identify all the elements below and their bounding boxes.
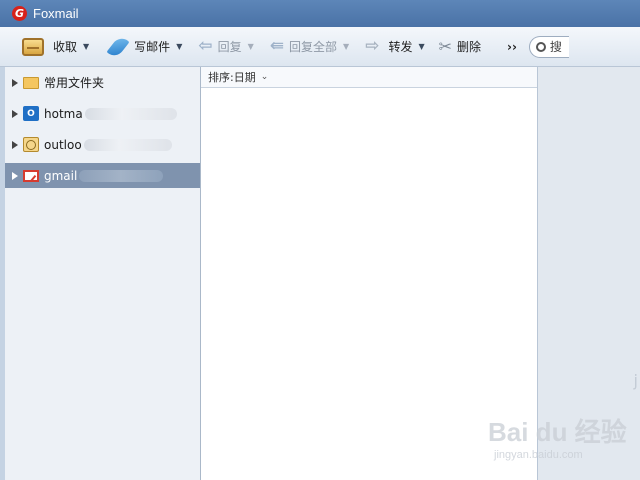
compose-button[interactable]: 写邮件 ▼ <box>103 32 186 62</box>
preview-pane: j <box>538 67 640 480</box>
foxmail-logo-icon: G <box>12 6 27 21</box>
reply-arrow-icon: ⇦ <box>198 36 213 56</box>
redacted-email-blur <box>83 138 172 151</box>
calendar-icon <box>23 137 39 152</box>
folder-sidebar: 常用文件夹 O hotma outloo gmail <box>0 67 201 480</box>
sidebar-item-favorites[interactable]: 常用文件夹 <box>5 70 200 95</box>
sidebar-item-label: 常用文件夹 <box>44 76 105 90</box>
expand-arrow-icon[interactable] <box>12 78 18 87</box>
sidebar-item-hotmail-account[interactable]: O hotma <box>5 101 200 126</box>
forward-button[interactable]: ⇨ 转发 ▼ <box>361 32 428 62</box>
chevron-down-icon[interactable]: ⌄ <box>261 72 269 82</box>
message-list-pane: 排序:日期 ⌄ <box>201 67 538 480</box>
search-input[interactable]: 搜 <box>528 35 569 58</box>
reply-all-arrow-icon: ⇚ <box>269 36 285 56</box>
sidebar-item-label: outloo <box>44 137 82 152</box>
chevron-down-icon[interactable]: ▼ <box>343 42 349 51</box>
sidebar-item-outlook-account[interactable]: outloo <box>5 132 200 157</box>
outlook-icon: O <box>23 106 39 121</box>
delete-button[interactable]: ✂ 删除 <box>435 32 485 62</box>
feather-pen-icon <box>106 34 130 59</box>
reply-button[interactable]: ⇦ 回复 ▼ <box>194 32 257 62</box>
forward-label: 转发 <box>388 40 413 54</box>
sidebar-item-label: gmail <box>44 168 78 183</box>
chevron-down-icon[interactable]: ▼ <box>418 42 424 51</box>
compose-label: 写邮件 <box>134 40 171 54</box>
app-title: Foxmail <box>33 6 79 21</box>
gmail-icon <box>23 169 39 182</box>
sidebar-item-gmail-account[interactable]: gmail <box>5 163 200 188</box>
expand-arrow-icon[interactable] <box>12 171 18 180</box>
receive-label: 收取 <box>53 40 78 54</box>
redacted-email-blur <box>79 169 164 182</box>
chevron-down-icon[interactable]: ▼ <box>176 42 182 51</box>
inbox-icon <box>22 37 44 56</box>
more-toolbar-button[interactable]: ›› <box>507 40 517 54</box>
toolbar: 收取 ▼ 写邮件 ▼ ⇦ 回复 ▼ ⇚ 回复全部 ▼ ⇨ 转发 ▼ ✂ 删除 ›… <box>0 27 640 67</box>
sort-label: 排序:日期 <box>208 71 256 84</box>
reply-label: 回复 <box>217 40 242 54</box>
chevron-down-icon[interactable]: ▼ <box>83 42 89 51</box>
chevron-down-icon[interactable]: ▼ <box>248 42 254 51</box>
folder-icon <box>23 76 39 89</box>
sidebar-item-label: hotma <box>44 106 83 121</box>
receive-button[interactable]: 收取 ▼ <box>18 32 93 62</box>
search-icon <box>535 41 546 52</box>
reply-all-button[interactable]: ⇚ 回复全部 ▼ <box>266 32 353 62</box>
expand-arrow-icon[interactable] <box>12 140 18 149</box>
preview-placeholder-mark: j <box>633 371 638 390</box>
scissors-icon: ✂ <box>438 36 453 56</box>
delete-label: 删除 <box>457 40 482 54</box>
redacted-email-blur <box>84 107 177 120</box>
forward-arrow-icon: ⇨ <box>365 36 380 56</box>
sort-header[interactable]: 排序:日期 ⌄ <box>201 67 537 88</box>
title-bar: G Foxmail <box>0 0 640 27</box>
search-placeholder: 搜 <box>549 40 562 54</box>
expand-arrow-icon[interactable] <box>12 109 18 118</box>
reply-all-label: 回复全部 <box>289 40 338 54</box>
